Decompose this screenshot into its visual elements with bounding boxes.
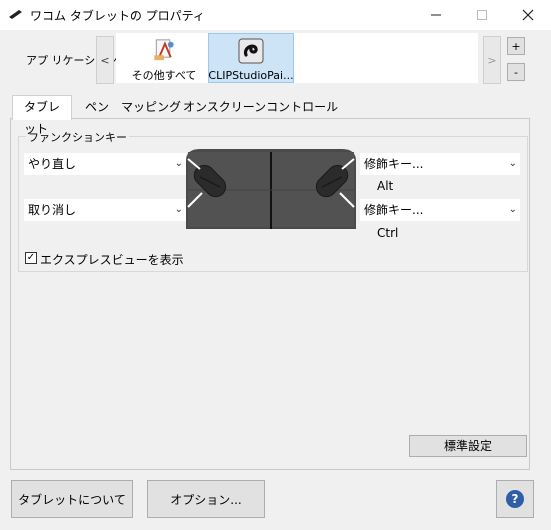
chevron-down-icon: ⌄	[174, 158, 183, 169]
about-tablet-button[interactable]: タブレットについて	[11, 480, 133, 518]
app-scroll-right-button[interactable]: >	[483, 36, 501, 84]
tab-pen[interactable]: ペン	[85, 96, 109, 118]
app-item-clip-studio[interactable]: CLIPStudioPai...	[208, 33, 294, 83]
left-bottom-key-select[interactable]: 取り消し ⌄	[24, 199, 186, 221]
right-top-modifier: Alt	[377, 179, 394, 193]
right-bottom-key-select[interactable]: 修飾キー... ⌄	[360, 199, 520, 221]
express-view-checkbox[interactable]: ✓	[25, 252, 37, 264]
app-item-label: その他すべて	[131, 69, 197, 82]
right-bottom-modifier: Ctrl	[377, 226, 399, 240]
remove-application-button[interactable]: -	[507, 63, 525, 81]
left-top-key-select[interactable]: やり直し ⌄	[24, 153, 186, 175]
select-value: やり直し	[28, 157, 77, 171]
close-button[interactable]	[505, 0, 551, 30]
help-icon: ?	[506, 490, 524, 508]
restore-defaults-button[interactable]: 標準設定	[409, 435, 527, 457]
express-view-label: エクスプレスビューを表示	[40, 253, 184, 267]
clip-studio-icon	[238, 38, 264, 64]
app-item-label: CLIPStudioPai...	[208, 69, 294, 82]
app-scroll-left-button[interactable]: <	[96, 36, 114, 84]
app-item-all-others[interactable]: その他すべて	[128, 33, 200, 83]
tablet-illustration	[186, 149, 356, 229]
chevron-down-icon: ⌄	[508, 204, 517, 215]
help-button[interactable]: ?	[496, 480, 534, 518]
close-icon	[522, 9, 534, 21]
select-value: 取り消し	[28, 203, 77, 217]
tab-mapping[interactable]: マッピング	[121, 96, 181, 118]
tab-tablet[interactable]: タブレット	[12, 95, 72, 136]
minimize-icon	[431, 14, 441, 16]
add-application-button[interactable]: +	[507, 37, 525, 55]
chevron-down-icon: ⌄	[174, 204, 183, 215]
select-value: 修飾キー...	[364, 157, 424, 171]
minimize-button[interactable]	[413, 0, 459, 30]
maximize-icon	[477, 10, 487, 20]
select-value: 修飾キー...	[364, 203, 424, 217]
wacom-pen-icon	[9, 10, 22, 19]
tab-onscreen-controls[interactable]: オンスクリーンコントロール	[183, 96, 338, 118]
all-apps-icon	[154, 39, 174, 61]
window-title: ワコム タブレットの プロパティ	[30, 9, 205, 23]
right-top-key-select[interactable]: 修飾キー... ⌄	[360, 153, 520, 175]
chevron-down-icon: ⌄	[508, 158, 517, 169]
options-button[interactable]: オプション...	[147, 480, 265, 518]
maximize-button[interactable]	[459, 0, 505, 30]
